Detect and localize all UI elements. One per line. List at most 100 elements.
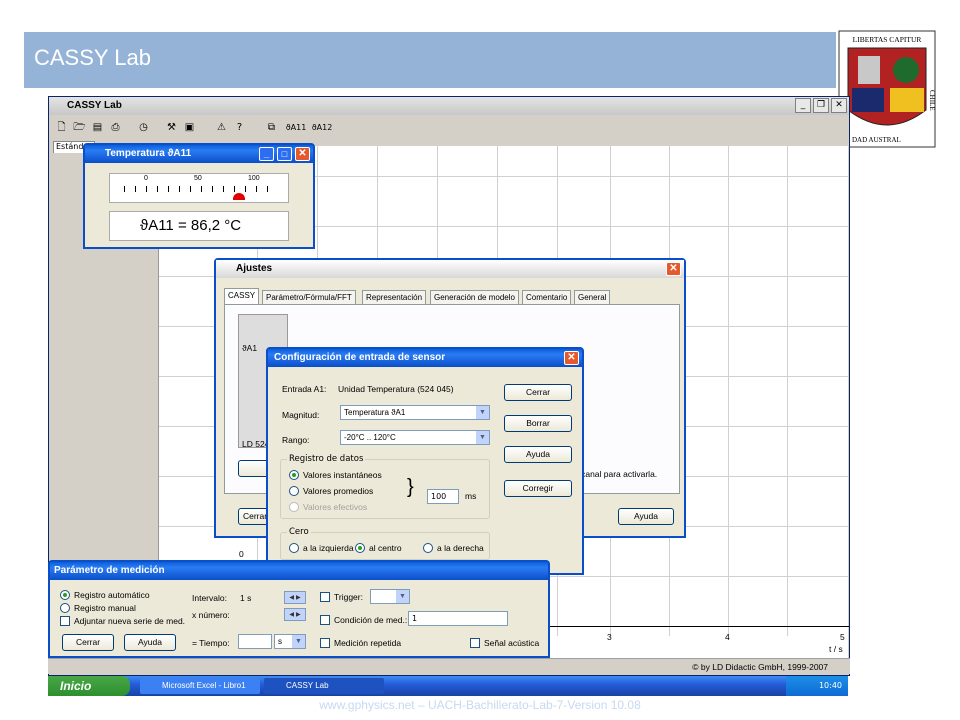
- radio-manual-register[interactable]: [60, 603, 70, 613]
- append-series-checkbox[interactable]: [60, 616, 70, 626]
- tab-representacion[interactable]: Representación: [362, 290, 427, 305]
- temperature-readout: ϑA11 = 86,2 °C: [109, 211, 289, 241]
- measurement-title: Parámetro de medición: [54, 565, 165, 576]
- interval-value: 1 s: [240, 593, 252, 603]
- count-spinner[interactable]: ◀ ▶: [284, 608, 306, 621]
- trigger-checkbox[interactable]: [320, 592, 330, 602]
- channel-a11-button[interactable]: ϑA11: [283, 120, 309, 136]
- temperature-title: Temperatura ϑA11: [105, 148, 192, 159]
- warning-icon[interactable]: ⚠: [213, 120, 230, 136]
- system-tray: 10:40: [786, 676, 848, 696]
- tab-comentario[interactable]: Comentario: [522, 290, 572, 305]
- measure-close-button[interactable]: Cerrar: [62, 634, 114, 651]
- start-button[interactable]: Inicio: [48, 676, 130, 696]
- radio-instant-values[interactable]: [289, 470, 299, 480]
- clock: 10:40: [818, 681, 842, 690]
- measurement-title-bar: Parámetro de medición: [50, 562, 548, 580]
- close-button[interactable]: ✕: [564, 351, 579, 365]
- measurement-parameter-window: Parámetro de medición Registro automátic…: [48, 560, 550, 658]
- tools-icon[interactable]: ⚒: [163, 120, 180, 136]
- sensor-dialog-title: Configuración de entrada de sensor: [274, 352, 446, 363]
- slide-footer: www.gphysics.net – UACH-Bachillerato-Lab…: [319, 698, 641, 712]
- zero-group: Cero a la izquierda al centro a la derec…: [280, 527, 490, 560]
- task-excel[interactable]: Microsoft Excel - Libro1: [140, 678, 260, 694]
- magnitude-label: Magnitud:: [282, 410, 320, 420]
- sensor-clear-button[interactable]: Borrar: [504, 415, 572, 432]
- close-button[interactable]: ✕: [831, 98, 847, 113]
- sensor-help-button[interactable]: Ayuda: [504, 446, 572, 463]
- channels-icon[interactable]: ⧉: [263, 120, 280, 136]
- data-registration-group: Registro de datos Valores instantáneos V…: [280, 454, 490, 519]
- close-button[interactable]: ✕: [295, 147, 310, 161]
- x-tick-5: 5: [840, 632, 845, 642]
- restore-button[interactable]: ❐: [813, 98, 829, 113]
- ajustes-help-button[interactable]: Ayuda: [618, 508, 674, 525]
- temperature-window: Temperatura ϑA11 _ □ ✕ 0 50 100 ϑA11 = 8…: [83, 143, 315, 249]
- average-time-input[interactable]: 100: [427, 489, 459, 504]
- range-select[interactable]: -20°C .. 120°C ▼: [340, 430, 490, 445]
- radio-average-values[interactable]: [289, 486, 299, 496]
- maximize-button[interactable]: □: [277, 147, 292, 161]
- copyright-text: © by LD Didactic GmbH, 1999-2007: [692, 662, 828, 672]
- temperature-scale: 0 50 100: [109, 173, 289, 203]
- task-cassy-lab[interactable]: CASSY Lab: [264, 678, 384, 694]
- open-file-icon[interactable]: 🗁: [71, 120, 88, 136]
- x-tick-3: 3: [607, 632, 612, 642]
- tab-parametro[interactable]: Parámetro/Fórmula/FFT: [262, 290, 356, 305]
- acoustic-signal-checkbox[interactable]: [470, 638, 480, 648]
- svg-text:DAD AUSTRAL: DAD AUSTRAL: [852, 136, 901, 144]
- x-axis-label: t / s: [829, 644, 843, 654]
- status-bar: © by LD Didactic GmbH, 1999-2007: [48, 658, 850, 674]
- app-title-bar: CASSY Lab _ ❐ ✕: [49, 97, 849, 115]
- trigger-select[interactable]: ▼: [370, 589, 410, 604]
- chevron-down-icon: ▼: [476, 406, 489, 419]
- toolbar: 🗋 🗁 ▤ ⎙ ◷ ⚒ ▣ ⚠ ? ⧉ ϑA11 ϑA12: [49, 117, 849, 139]
- ajustes-hint: n canal para activarla.: [574, 469, 658, 479]
- help-icon[interactable]: ?: [231, 120, 248, 136]
- time-unit-select[interactable]: s ▼: [274, 634, 306, 649]
- radio-zero-center[interactable]: [355, 543, 365, 553]
- sensor-close-button[interactable]: Cerrar: [504, 384, 572, 401]
- minimize-button[interactable]: _: [795, 98, 811, 113]
- temperature-title-bar: Temperatura ϑA11 _ □ ✕: [85, 145, 313, 163]
- condition-checkbox[interactable]: [320, 615, 330, 625]
- temperature-pointer: [233, 193, 246, 200]
- radio-zero-right[interactable]: [423, 543, 433, 553]
- radio-zero-left[interactable]: [289, 543, 299, 553]
- condition-input[interactable]: 1: [408, 611, 508, 626]
- slide-title: CASSY Lab: [34, 45, 152, 70]
- window-icon[interactable]: ▣: [181, 120, 198, 136]
- radio-auto-register[interactable]: [60, 590, 70, 600]
- print-icon[interactable]: ⎙: [107, 120, 124, 136]
- readout-symbol: ϑA11 =: [140, 217, 187, 234]
- tab-generacion-modelo[interactable]: Generación de modelo: [430, 290, 519, 305]
- y-axis-zero: 0: [239, 549, 244, 559]
- sensor-dialog-title-bar: Configuración de entrada de sensor ✕: [268, 349, 582, 367]
- sensor-config-dialog: Configuración de entrada de sensor ✕ Ent…: [266, 347, 584, 575]
- university-crest-logo: LIBERTAS CAPITUR DAD AUSTRAL CHILE: [838, 30, 936, 148]
- ajustes-title: Ajustes: [236, 263, 273, 274]
- minimize-button[interactable]: _: [259, 147, 274, 161]
- svg-text:LIBERTAS CAPITUR: LIBERTAS CAPITUR: [853, 35, 922, 44]
- magnitude-select[interactable]: Temperatura ϑA1 ▼: [340, 405, 490, 420]
- taskbar: Inicio Microsoft Excel - Libro1 CASSY La…: [48, 676, 848, 696]
- x-tick-4: 4: [725, 632, 730, 642]
- chevron-down-icon: ▼: [476, 431, 489, 444]
- timer-icon[interactable]: ◷: [135, 120, 152, 136]
- readout-value: 86,2 °C: [190, 217, 242, 234]
- tab-general[interactable]: General: [574, 290, 611, 305]
- time-input[interactable]: [238, 634, 272, 649]
- new-file-icon[interactable]: 🗋: [53, 120, 70, 136]
- app-title: CASSY Lab: [67, 100, 122, 111]
- save-icon[interactable]: ▤: [89, 120, 106, 136]
- chevron-down-icon: ▼: [292, 635, 305, 648]
- channel-a12-button[interactable]: ϑA12: [309, 120, 335, 136]
- tab-cassy[interactable]: CASSY: [224, 288, 260, 305]
- repeat-checkbox[interactable]: [320, 638, 330, 648]
- svg-text:CHILE: CHILE: [928, 90, 936, 111]
- interval-spinner[interactable]: ◀ ▶: [284, 591, 306, 604]
- sensor-correct-button[interactable]: Corregir: [504, 480, 572, 497]
- close-button[interactable]: ✕: [666, 262, 681, 276]
- input-label: Entrada A1:: [282, 384, 327, 394]
- measure-help-button[interactable]: Ayuda: [124, 634, 176, 651]
